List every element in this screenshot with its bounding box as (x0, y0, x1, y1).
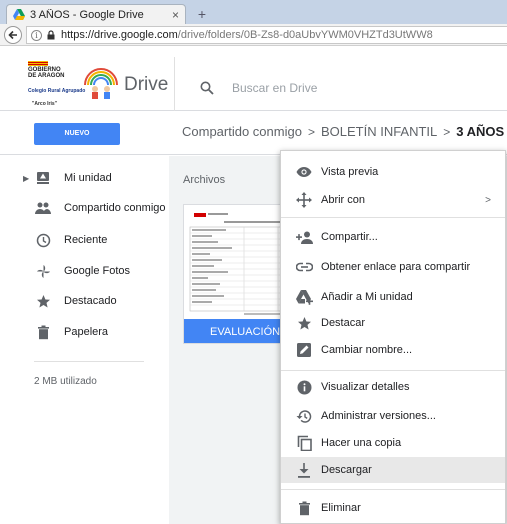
url-host: https://drive.google.com (61, 29, 178, 41)
browser-tab[interactable]: 3 AÑOS - Google Drive × (6, 4, 186, 24)
sidebar-item-label: Papelera (64, 326, 109, 338)
sidebar-item-photos[interactable]: Google Fotos (0, 257, 169, 285)
menu-item-details[interactable]: Visualizar detalles (281, 374, 505, 400)
lock-icon (47, 30, 55, 40)
breadcrumb-separator: > (443, 124, 451, 139)
children-drawing-icon (84, 68, 118, 99)
context-menu: Vista previa Abrir con > Compartir... Ob… (280, 150, 506, 524)
download-icon (295, 461, 313, 479)
section-title: Archivos (183, 174, 226, 186)
sidebar: ▶ Mi unidad Compartido conmigo Reciente … (0, 156, 169, 524)
menu-item-share[interactable]: Compartir... (281, 224, 505, 250)
sidebar-item-label: Destacado (64, 295, 117, 307)
url-path: /drive/folders/0B-Zs8-d0aUbvYWM0VHZTd3Ut… (177, 29, 433, 41)
menu-item-label: Vista previa (321, 166, 379, 178)
org-name: GOBIERNO DE ARAGON (28, 67, 65, 79)
menu-item-add-to-drive[interactable]: Añadir a Mi unidad (281, 284, 505, 310)
drive-favicon-icon (13, 8, 25, 20)
sidebar-item-shared[interactable]: Compartido conmigo (0, 194, 169, 222)
app-title[interactable]: Drive (124, 74, 168, 96)
people-icon (35, 200, 51, 216)
aragon-flag-icon (28, 61, 48, 66)
sidebar-item-recent[interactable]: Reciente (0, 226, 169, 254)
menu-item-label: Destacar (321, 317, 366, 329)
toolbar: NUEVO Compartido conmigo > BOLETÍN INFAN… (0, 111, 507, 155)
breadcrumb-item-current[interactable]: 3 AÑOS (456, 124, 504, 139)
breadcrumb-item-boletin[interactable]: BOLETÍN INFANTIL (321, 124, 437, 139)
add-person-icon (295, 228, 313, 246)
drive-icon (35, 170, 51, 186)
menu-item-preview[interactable]: Vista previa (281, 159, 505, 185)
trash-icon (295, 499, 313, 517)
menu-item-label: Compartir... (321, 231, 378, 243)
menu-item-copy[interactable]: Hacer una copia (281, 430, 505, 456)
eye-icon (295, 163, 313, 181)
address-bar: i https://drive.google.com/drive/folders… (0, 24, 507, 46)
menu-item-download[interactable]: Descargar (281, 457, 505, 483)
menu-item-label: Añadir a Mi unidad (321, 291, 413, 303)
sidebar-item-label: Mi unidad (64, 172, 112, 184)
clock-icon (35, 232, 51, 248)
sidebar-item-trash[interactable]: Papelera (0, 318, 169, 346)
link-icon (295, 258, 313, 276)
menu-item-versions[interactable]: Administrar versiones... (281, 403, 505, 429)
menu-item-open-with[interactable]: Abrir con > (281, 187, 505, 213)
school-nickname: "Arco Iris" (32, 101, 58, 107)
chevron-right-icon: > (485, 194, 491, 206)
new-button[interactable]: NUEVO (34, 123, 120, 145)
menu-divider (281, 217, 505, 218)
tab-close-icon[interactable]: × (172, 8, 179, 22)
breadcrumb-item-shared[interactable]: Compartido conmigo (182, 124, 302, 139)
url-input[interactable]: i https://drive.google.com/drive/folders… (26, 26, 507, 44)
menu-item-star[interactable]: Destacar (281, 310, 505, 336)
header-divider (174, 57, 175, 111)
sidebar-item-starred[interactable]: Destacado (0, 287, 169, 315)
menu-divider (281, 489, 505, 490)
info-icon[interactable]: i (31, 29, 42, 41)
star-icon (295, 314, 313, 332)
new-tab-button[interactable]: + (192, 6, 212, 22)
tab-title: 3 AÑOS - Google Drive (30, 8, 144, 21)
history-icon (295, 407, 313, 425)
sidebar-item-my-drive[interactable]: ▶ Mi unidad (0, 164, 169, 192)
sidebar-divider (34, 361, 144, 362)
menu-item-label: Visualizar detalles (321, 381, 410, 393)
info-icon (295, 378, 313, 396)
drive-header: GOBIERNO DE ARAGON Colegio Rural Agrupad… (0, 57, 507, 111)
url-text: https://drive.google.com/drive/folders/0… (61, 29, 433, 41)
pinwheel-icon (35, 263, 51, 279)
menu-item-label: Administrar versiones... (321, 410, 436, 422)
menu-divider (281, 370, 505, 371)
menu-item-label: Hacer una copia (321, 437, 402, 449)
add-to-drive-icon (295, 288, 313, 306)
menu-item-label: Obtener enlace para compartir (321, 261, 471, 273)
school-logo[interactable]: GOBIERNO DE ARAGON Colegio Rural Agrupad… (26, 57, 121, 107)
menu-item-label: Abrir con (321, 194, 366, 206)
back-arrow-icon (8, 30, 17, 40)
star-icon (35, 293, 51, 309)
menu-item-label: Cambiar nombre... (321, 344, 413, 356)
browser-tab-bar: 3 AÑOS - Google Drive × + (0, 0, 507, 24)
move-icon (295, 191, 313, 209)
menu-item-rename[interactable]: Cambiar nombre... (281, 337, 505, 363)
menu-item-label: Descargar (321, 464, 372, 476)
sidebar-item-label: Google Fotos (64, 265, 131, 277)
back-button[interactable] (4, 26, 22, 44)
trash-icon (35, 324, 51, 340)
expand-arrow-icon[interactable]: ▶ (23, 174, 29, 183)
storage-usage: 2 MB utilizado (34, 376, 97, 387)
sidebar-item-label: Compartido conmigo (64, 202, 166, 214)
edit-icon (295, 341, 313, 359)
menu-item-delete[interactable]: Eliminar (281, 495, 505, 521)
search-input[interactable] (232, 79, 492, 97)
menu-item-get-link[interactable]: Obtener enlace para compartir (281, 254, 505, 280)
breadcrumb-separator: > (307, 124, 315, 139)
search-icon[interactable] (200, 81, 214, 95)
breadcrumb: Compartido conmigo > BOLETÍN INFANTIL > … (182, 124, 507, 139)
school-name: Colegio Rural Agrupado (28, 88, 86, 94)
copy-icon (295, 434, 313, 452)
sidebar-item-label: Reciente (64, 234, 108, 246)
menu-item-label: Eliminar (321, 502, 361, 514)
